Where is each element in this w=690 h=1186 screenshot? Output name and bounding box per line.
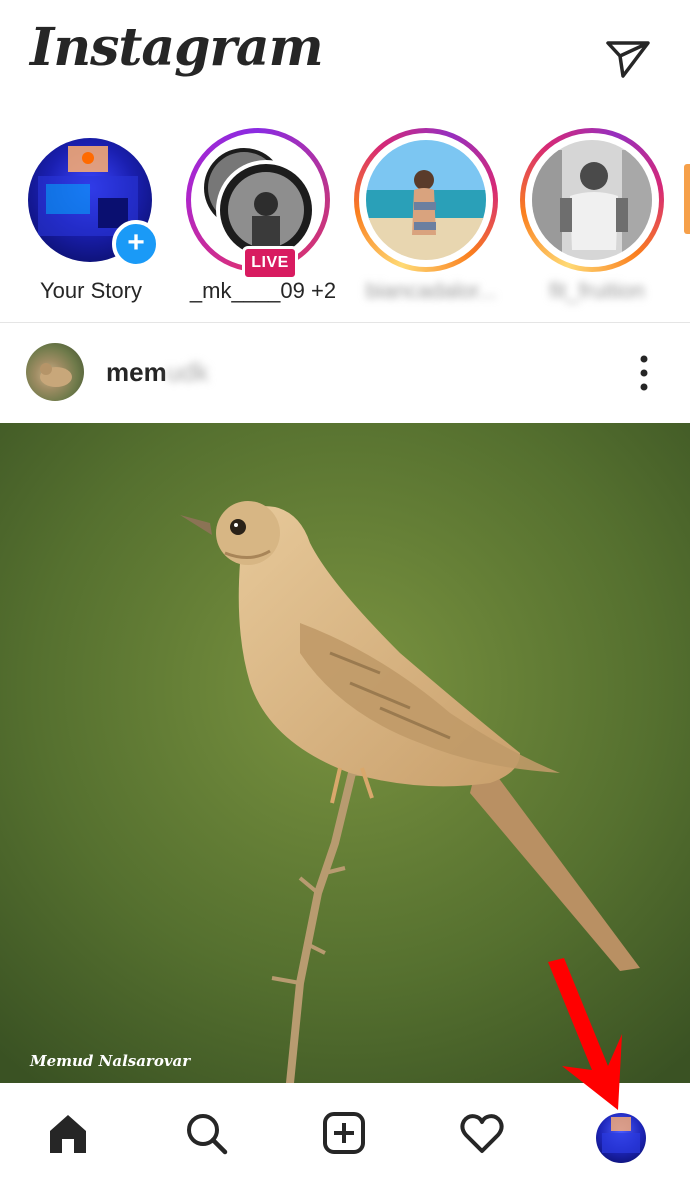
top-bar: Instagram (0, 0, 690, 118)
home-icon (50, 1115, 86, 1153)
direct-message-button[interactable] (600, 36, 656, 82)
add-story-button[interactable]: + (112, 220, 160, 268)
story-4[interactable]: fit_fruition (512, 128, 664, 318)
story-label: biancadalor... (365, 278, 497, 303)
story-label: fit_fruition (549, 278, 645, 303)
story-your-story[interactable]: + Your Story (0, 128, 160, 318)
username-visible: mem (106, 357, 167, 387)
plus-square-icon (323, 1112, 365, 1154)
nav-activity-button[interactable] (452, 1103, 512, 1163)
live-badge: LIVE (242, 246, 298, 280)
story-photo (366, 140, 486, 260)
stories-tray: + Your Story _mk____09 +2 biancadalor...… (0, 118, 690, 323)
post-image[interactable] (0, 423, 690, 1083)
post-more-button[interactable] (626, 351, 662, 395)
plus-icon: + (127, 226, 145, 259)
nav-create-button[interactable] (314, 1103, 374, 1163)
story-3[interactable]: biancadalor... (346, 128, 498, 318)
bottom-navigation (0, 1083, 690, 1186)
story-live[interactable]: _mk____09 +2 (178, 128, 336, 318)
paper-plane-icon (606, 41, 650, 78)
post-author-username[interactable]: memudk (106, 357, 209, 388)
post-header: memudk (0, 323, 690, 423)
instagram-app: Instagram + Your Story _mk____09 +2 bian… (0, 0, 690, 1186)
more-vertical-icon (640, 355, 648, 391)
nav-home-button[interactable] (38, 1103, 98, 1163)
story-ring (354, 128, 498, 272)
heart-icon (460, 1114, 504, 1153)
photo-watermark: Memud Nalsarovar (30, 1052, 191, 1070)
bird-photo (0, 423, 690, 1083)
story-label: _mk____09 +2 (189, 278, 337, 303)
username-blurred: udk (166, 357, 209, 387)
story-photo (532, 140, 652, 260)
story-ring (520, 128, 664, 272)
nav-search-button[interactable] (176, 1103, 236, 1163)
story-label: Your Story (40, 278, 142, 303)
story-next-partial[interactable] (684, 164, 690, 234)
nav-profile-avatar[interactable] (596, 1113, 646, 1163)
instagram-logo: Instagram (30, 17, 324, 78)
search-icon (187, 1114, 228, 1155)
post-author-avatar[interactable] (26, 343, 84, 401)
